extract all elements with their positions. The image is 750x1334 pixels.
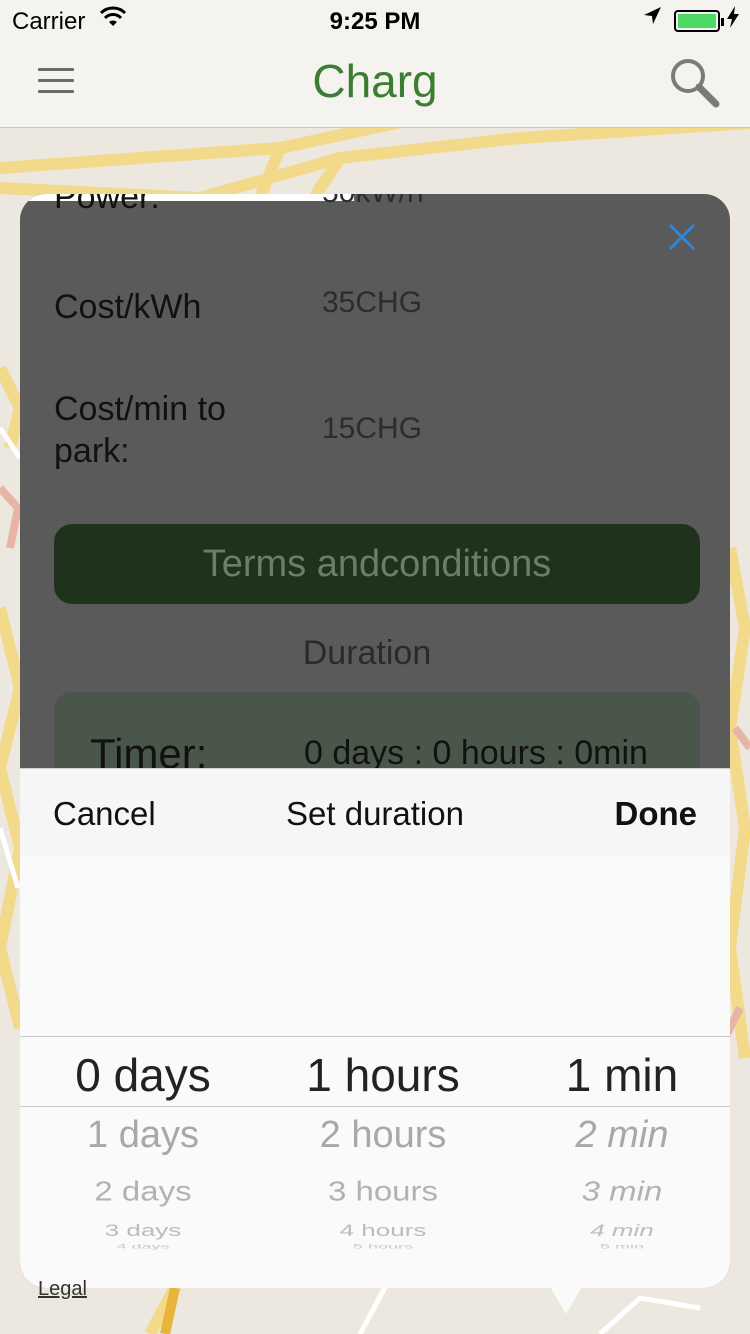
cost-park-label-line2: park: — [54, 432, 130, 470]
hours-wheel[interactable]: 1 hours 2 hours 3 hours 4 hours 5 hours — [268, 768, 498, 1288]
battery-icon — [674, 10, 724, 32]
cost-park-value: 15CHG — [322, 412, 423, 445]
navigation-bar: Charg — [0, 40, 750, 128]
hours-option[interactable]: 2 hours — [268, 1114, 498, 1157]
minutes-option[interactable]: 4 min — [520, 1220, 724, 1240]
days-option[interactable]: 3 days — [40, 1220, 246, 1240]
status-bar: Carrier 9:25 PM — [0, 0, 750, 40]
close-icon[interactable] — [668, 218, 696, 261]
hours-option[interactable]: 5 hours — [268, 1243, 498, 1250]
minutes-option[interactable]: 5 min — [520, 1243, 724, 1250]
hours-selected[interactable]: 1 hours — [268, 1048, 498, 1102]
bolt-icon — [726, 6, 740, 34]
minutes-option[interactable]: 3 min — [520, 1175, 724, 1207]
minutes-option[interactable]: 2 min — [520, 1114, 724, 1157]
app-title: Charg — [312, 55, 438, 107]
days-wheel[interactable]: 0 days 1 days 2 days 3 days 4 days — [40, 768, 246, 1288]
minutes-selected[interactable]: 1 min — [520, 1048, 724, 1102]
minutes-wheel[interactable]: 1 min 2 min 3 min 4 min 5 min — [520, 768, 724, 1288]
days-option[interactable]: 1 days — [40, 1114, 246, 1157]
days-option[interactable]: 4 days — [40, 1243, 246, 1250]
search-icon[interactable] — [668, 56, 720, 108]
days-selected[interactable]: 0 days — [40, 1048, 246, 1102]
power-value: 50kW/h — [322, 194, 424, 210]
terms-button[interactable]: Terms andconditions — [54, 524, 700, 604]
hours-option[interactable]: 4 hours — [268, 1220, 498, 1240]
status-time: 9:25 PM — [329, 8, 421, 35]
map-legal-link[interactable]: Legal — [38, 1278, 87, 1301]
power-label: Power: — [54, 194, 160, 216]
duration-picker: Cancel Set duration Done 0 days 1 days 2… — [20, 768, 730, 1288]
cost-kwh-value: 35CHG — [322, 286, 423, 319]
duration-label: Duration — [302, 634, 432, 672]
popover-pointer — [546, 1280, 586, 1314]
hours-option[interactable]: 3 hours — [268, 1175, 498, 1207]
days-option[interactable]: 2 days — [40, 1175, 246, 1207]
location-arrow-icon — [642, 6, 662, 32]
cost-park-label-line1: Cost/min to — [54, 390, 226, 428]
cost-kwh-label: Cost/kWh — [54, 288, 202, 326]
